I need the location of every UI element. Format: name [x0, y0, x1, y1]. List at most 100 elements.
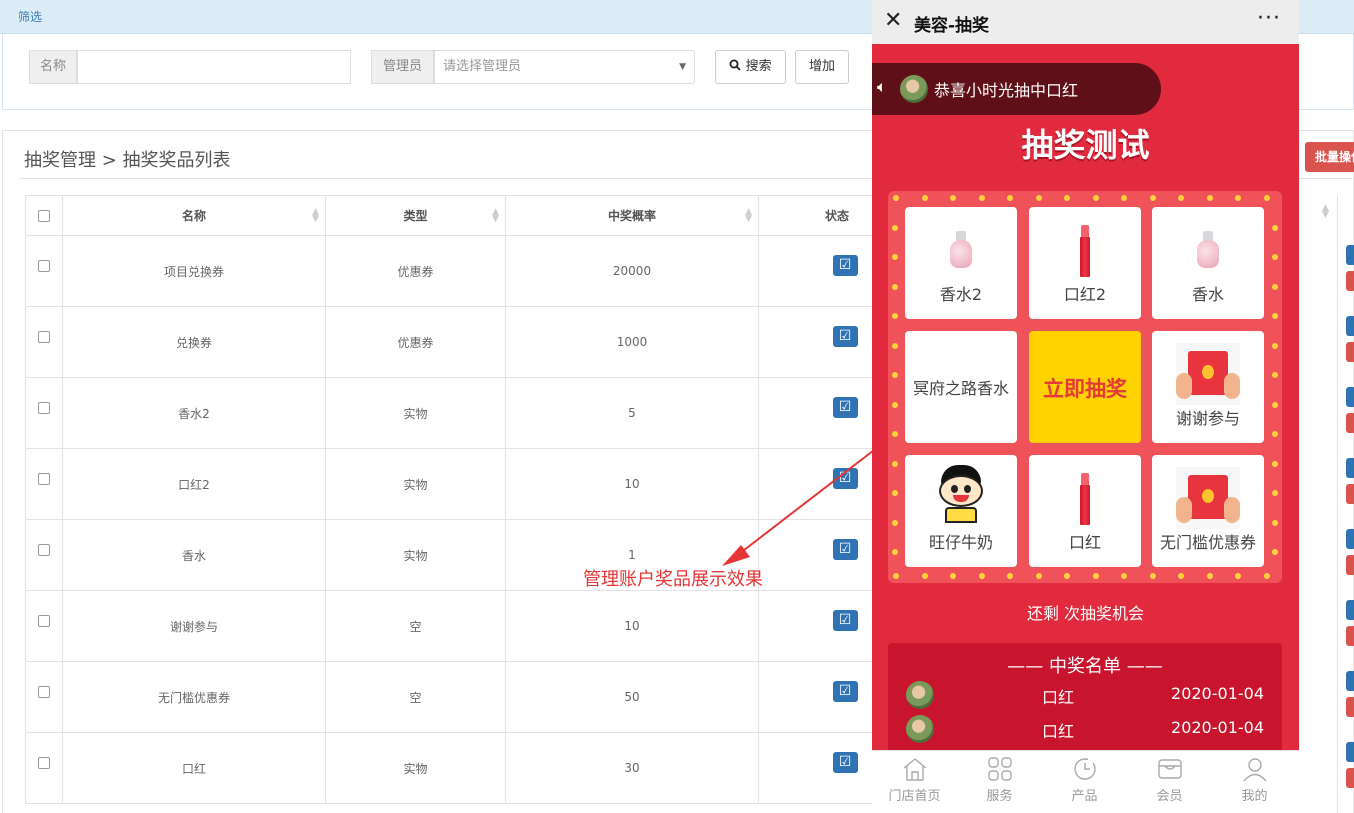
mobile-title: 美容-抽奖 [914, 16, 990, 36]
list-item: 口红 2020-01-04 [888, 680, 1282, 710]
light-dot [1272, 224, 1278, 231]
light-dot [978, 195, 985, 201]
light-dot [893, 573, 899, 579]
light-dot [921, 195, 928, 201]
tab-product[interactable]: 产品 [1042, 751, 1127, 813]
light-dot [950, 573, 956, 579]
light-dot [892, 401, 898, 408]
winner-prize: 口红 [1042, 688, 1075, 707]
perfume-icon [1197, 231, 1219, 269]
remaining-chances: 还剩 次抽奖机会 [1026, 604, 1145, 623]
prize-name: 无门槛优惠券 [1159, 533, 1256, 552]
light-dot [1035, 195, 1042, 201]
light-dot [892, 342, 898, 349]
annotation-text: 管理账户奖品展示效果 [583, 569, 763, 590]
light-dot [1149, 573, 1156, 579]
light-dot [892, 372, 898, 378]
light-dot [1272, 460, 1278, 467]
tab-label: 我的 [1241, 789, 1268, 804]
light-dot [1272, 490, 1278, 496]
light-dot [1064, 195, 1070, 201]
prize-cell: 香水 [1152, 207, 1264, 319]
tab-me[interactable]: 我的 [1212, 751, 1297, 813]
light-dot [1007, 573, 1013, 579]
prize-cell: 香水2 [905, 207, 1017, 319]
prize-name: 谢谢参与 [1175, 409, 1240, 428]
red-envelope-icon [1176, 343, 1240, 405]
light-dot [1064, 573, 1070, 579]
light-dot [1206, 573, 1213, 579]
light-dot [1092, 573, 1099, 579]
home-icon [903, 758, 927, 781]
light-dot [892, 254, 898, 260]
light-dot [1272, 283, 1278, 290]
light-dot [893, 195, 899, 201]
wangzai-icon [935, 465, 987, 523]
light-dot [1263, 195, 1270, 201]
light-dot [1272, 401, 1278, 408]
light-dot [892, 519, 898, 526]
tab-home[interactable]: 门店首页 [872, 751, 957, 813]
prize-name: 冥府之路香水 [912, 379, 1009, 398]
tab-label: 服务 [986, 789, 1013, 804]
avatar [906, 681, 934, 709]
light-dot [1035, 573, 1042, 579]
red-envelope-icon [1176, 467, 1240, 529]
winners-list: —— 中奖名单 —— 口红 2020-01-04 口红 2020-01-04 [888, 643, 1282, 763]
light-dot [1272, 254, 1278, 260]
tab-label: 产品 [1071, 789, 1098, 804]
mobile-header: ✕ 美容-抽奖 ··· [872, 0, 1299, 44]
light-dot [892, 490, 898, 496]
winner-prize: 口红 [1042, 722, 1075, 741]
clock-icon [1074, 758, 1096, 780]
light-dot [1121, 573, 1127, 579]
light-dot [892, 283, 898, 290]
light-dot [1149, 195, 1156, 201]
prize-cell: 谢谢参与 [1152, 331, 1264, 443]
light-dot [1206, 195, 1213, 201]
prize-name: 口红2 [1063, 285, 1107, 304]
lottery-board: 香水2 口红2 香水 冥府之路香水 立即抽奖 谢谢参与 旺仔牛奶 口红 无门槛优… [888, 191, 1282, 583]
more-icon[interactable]: ··· [1257, 6, 1281, 31]
grid-icon [988, 757, 1012, 781]
light-dot [950, 195, 956, 201]
mobile-preview: ✕ 美容-抽奖 ··· 🔈︎ 恭喜小时光抽中口红 抽奖测试 香水2 口红2 香水… [872, 0, 1299, 813]
lipstick-icon [1080, 225, 1090, 277]
close-icon[interactable]: ✕ [884, 8, 902, 33]
prize-name: 旺仔牛奶 [928, 533, 993, 552]
tab-label: 会员 [1156, 789, 1183, 804]
tab-member[interactable]: 会员 [1127, 751, 1212, 813]
list-item: 口红 2020-01-04 [888, 714, 1282, 744]
avatar [906, 715, 934, 743]
light-dot [892, 431, 898, 437]
light-dot [1272, 342, 1278, 349]
tab-service[interactable]: 服务 [957, 751, 1042, 813]
light-dot [1272, 549, 1278, 555]
light-dot [1235, 573, 1241, 579]
draw-button[interactable]: 立即抽奖 [1029, 331, 1141, 443]
light-dot [892, 224, 898, 231]
light-dot [921, 573, 928, 579]
prize-cell: 冥府之路香水 [905, 331, 1017, 443]
lottery-title: 抽奖测试 [1021, 126, 1150, 164]
winner-date: 2020-01-04 [1171, 684, 1264, 703]
prize-name: 口红 [1068, 533, 1101, 552]
card-icon [1158, 759, 1182, 779]
light-dot [1092, 195, 1099, 201]
light-dot [978, 573, 985, 579]
winner-notice: 🔈︎ 恭喜小时光抽中口红 [872, 63, 1161, 115]
prize-cell: 口红 [1029, 455, 1141, 567]
prize-cell: 无门槛优惠券 [1152, 455, 1264, 567]
perfume-icon [950, 231, 972, 269]
light-dot [1007, 195, 1013, 201]
light-dot [1263, 573, 1270, 579]
prize-name: 香水2 [939, 285, 983, 304]
light-dot [1272, 372, 1278, 378]
bottom-tabbar: 门店首页 服务 产品 会员 我的 [872, 750, 1299, 813]
light-dot [1272, 431, 1278, 437]
light-dot [892, 313, 898, 319]
user-icon [1243, 758, 1267, 782]
light-dot [892, 460, 898, 467]
winners-title: —— 中奖名单 —— [1007, 656, 1163, 677]
light-dot [1272, 519, 1278, 526]
